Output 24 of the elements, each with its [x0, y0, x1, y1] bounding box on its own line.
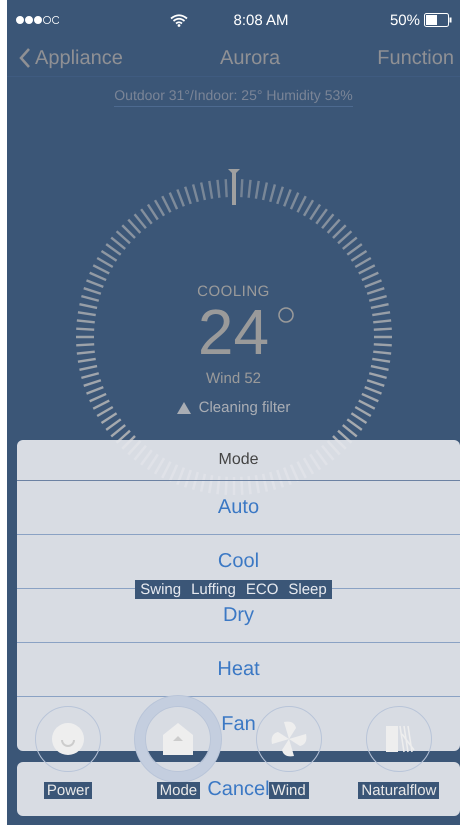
battery-icon [424, 13, 452, 27]
feature-label: Sleep [283, 580, 332, 599]
sheet-title: Mode [218, 451, 259, 469]
climate-info: Outdoor 31°/Indoor: 25° Humidity 53% [114, 87, 353, 107]
alert-text: Cleaning filter [198, 399, 290, 416]
mode-option[interactable]: Auto [17, 481, 460, 535]
back-button[interactable]: Appliance [19, 46, 123, 70]
feature-label: ECO [240, 580, 284, 599]
warning-icon [176, 402, 191, 414]
function-button[interactable]: Function [377, 46, 454, 70]
feature-label: Swing [135, 580, 186, 599]
screen-title: Aurora [220, 46, 280, 70]
mode-label: COOLING [197, 283, 270, 300]
temperature-value: 24 [198, 300, 270, 364]
degree-icon [277, 306, 296, 324]
battery-percent: 50% [390, 12, 420, 28]
mode-option[interactable]: Heat [17, 643, 460, 697]
wifi-icon [170, 14, 188, 26]
mode-option[interactable]: Fan [17, 697, 460, 751]
signal-icon [15, 15, 59, 25]
feature-label: Luffing [186, 580, 241, 599]
chevron-left-icon [19, 47, 31, 69]
wind-label: Wind 52 [206, 370, 262, 387]
status-time: 8:08 AM [234, 12, 289, 28]
